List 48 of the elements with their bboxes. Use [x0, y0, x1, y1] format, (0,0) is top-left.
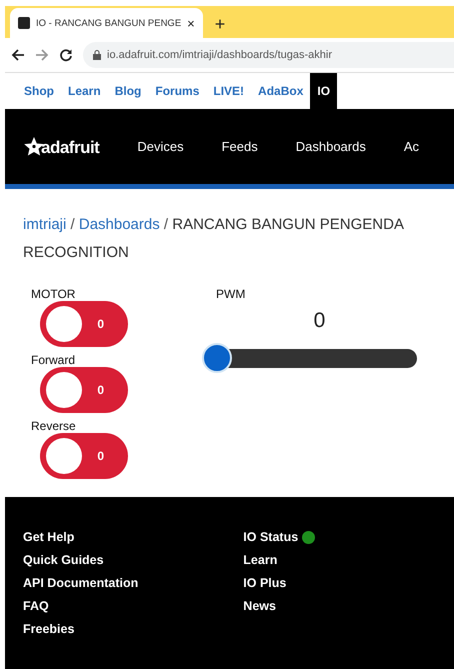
toggle-switch[interactable]: 0 — [40, 301, 128, 347]
tab-title: IO - RANCANG BANGUN PENGE — [36, 18, 182, 28]
user-link[interactable]: imtriaji — [23, 216, 66, 233]
site-nav-link[interactable]: Forums — [148, 73, 206, 109]
address-field[interactable]: io.adafruit.com/imtriaji/dashboards/tugas-akhir — [83, 42, 454, 68]
footer-link[interactable]: News — [243, 599, 276, 613]
toggle-label: Reverse — [31, 419, 77, 433]
breadcrumb-separator: / — [164, 216, 168, 233]
site-nav-link[interactable]: IO — [310, 73, 338, 109]
url-text: io.adafruit.com/imtriaji/dashboards/tugas-akhir — [107, 49, 332, 61]
site-nav-link[interactable]: Blog — [108, 73, 148, 109]
slider-thumb[interactable] — [202, 343, 232, 373]
logo-text: adafruit — [41, 138, 100, 158]
footer-link[interactable]: Learn — [243, 553, 278, 567]
toggle-label: Forward — [31, 353, 76, 367]
header-nav-link[interactable]: Ac — [404, 139, 420, 154]
forward-icon[interactable] — [35, 48, 49, 62]
slider-track[interactable] — [202, 343, 417, 373]
dashboard-title: RECOGNITION — [23, 244, 129, 261]
slider-value: 0 — [314, 309, 326, 333]
footer-link[interactable]: Quick Guides — [23, 553, 104, 567]
toggle-switch[interactable]: 0 — [40, 433, 128, 479]
dashboards-link[interactable]: Dashboards — [78, 216, 160, 233]
site-nav-link[interactable]: LIVE! — [206, 73, 252, 109]
breadcrumb-separator: / — [70, 216, 75, 233]
new-tab-button[interactable]: + — [202, 14, 238, 34]
footer-link[interactable]: Freebies — [23, 622, 74, 636]
reload-icon[interactable] — [59, 48, 73, 62]
header-nav-link[interactable]: Devices — [137, 139, 184, 154]
lock-icon — [93, 50, 101, 60]
header-nav-link[interactable]: Feeds — [222, 139, 258, 154]
slider-label: PWM — [216, 287, 246, 301]
footer-link[interactable]: IO Plus — [243, 576, 286, 590]
close-tab-button[interactable]: × — [187, 16, 195, 30]
header-nav-link[interactable]: Dashboards — [296, 139, 366, 154]
site-nav-link[interactable]: AdaBox — [251, 73, 310, 109]
browser-tab[interactable]: IO - RANCANG BANGUN PENGE × — [10, 8, 203, 38]
toggle-switch[interactable]: 0 — [40, 367, 128, 413]
dashboard-title: RANCANG BANGUN PENGENDA — [172, 216, 404, 233]
back-icon[interactable] — [11, 48, 25, 62]
footer-link[interactable]: Get Help — [23, 530, 74, 544]
footer-link[interactable]: API Documentation — [23, 576, 138, 590]
favicon-icon — [18, 17, 30, 29]
footer-link[interactable]: FAQ — [23, 599, 49, 613]
site-nav-link[interactable]: Shop — [17, 73, 61, 109]
toggle-label: MOTOR — [31, 287, 76, 301]
footer-link[interactable]: IO Status — [243, 530, 298, 544]
site-nav-link[interactable]: Learn — [61, 73, 108, 109]
